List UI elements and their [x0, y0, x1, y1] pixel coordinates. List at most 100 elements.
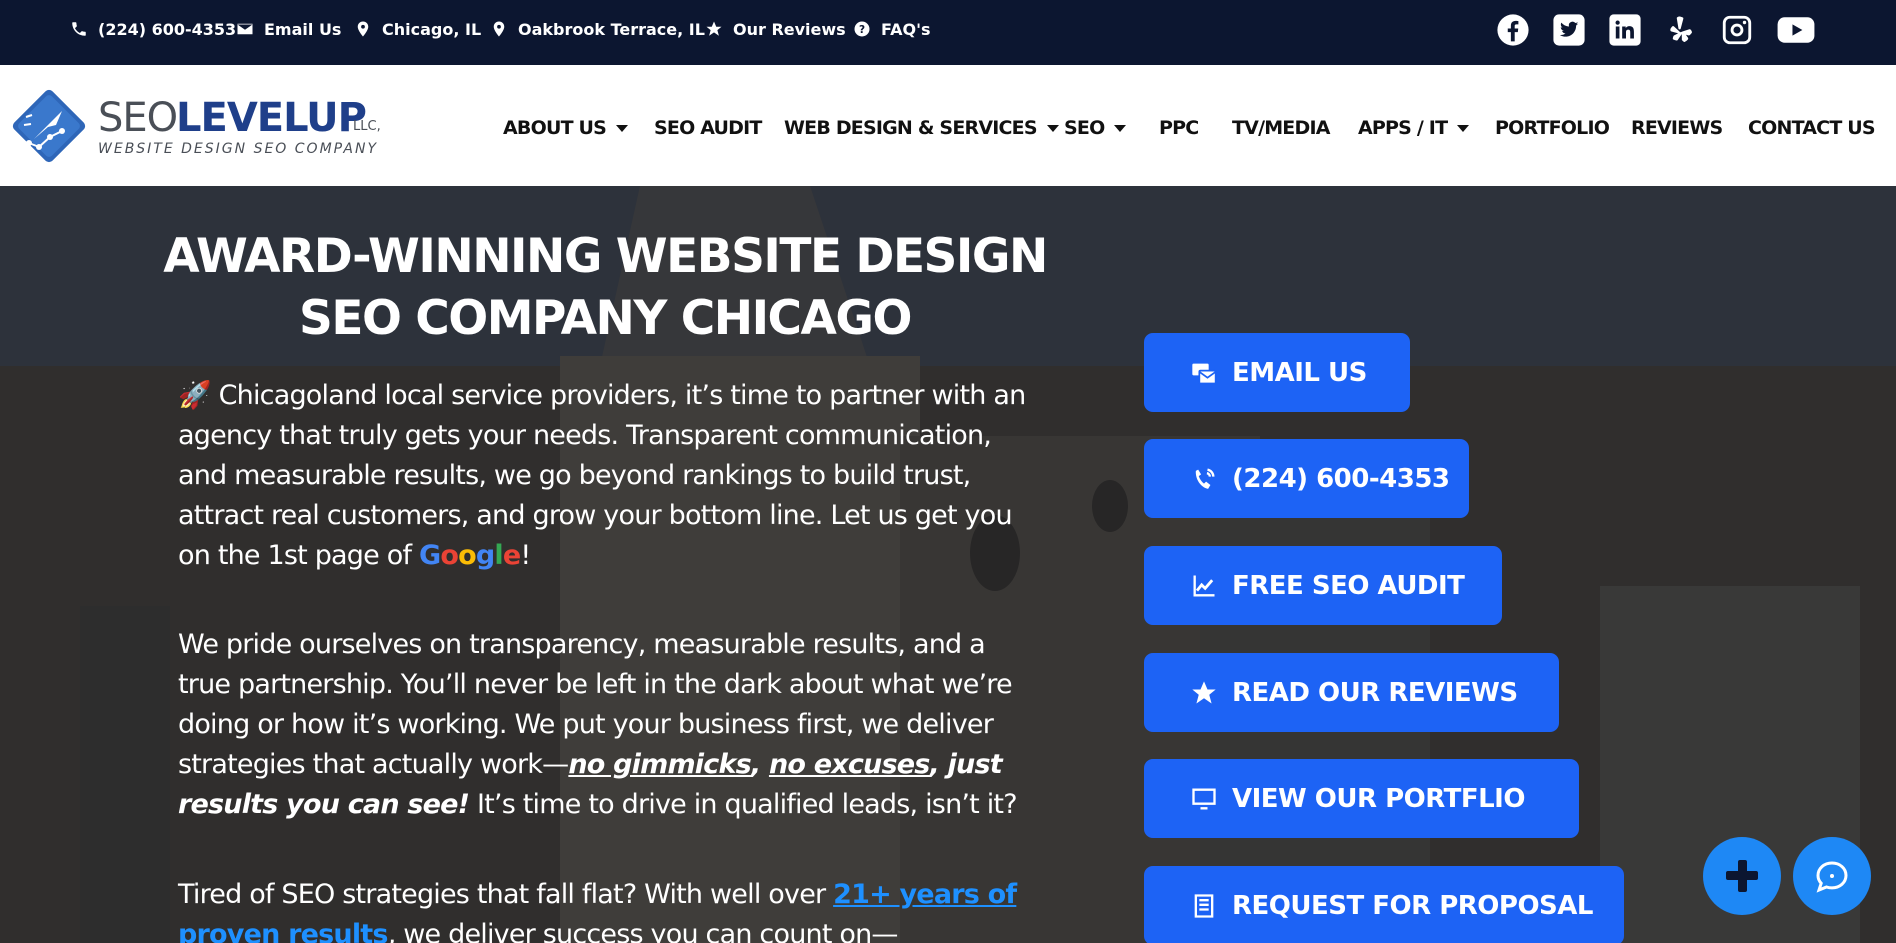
topbar-reviews-link[interactable]: Our Reviews — [705, 18, 846, 40]
logo-llc-text: LLC, — [353, 119, 381, 134]
nav-apps-it-label: APPS / IT — [1358, 117, 1448, 139]
nav-reviews[interactable]: REVIEWS — [1631, 114, 1723, 142]
chat-widget-button[interactable] — [1793, 837, 1871, 915]
nav-seo[interactable]: SEO — [1064, 114, 1127, 142]
hero-p3-text: Tired of SEO strategies that fall flat? … — [178, 879, 834, 910]
hero-paragraph-2: We pride ourselves on transparency, meas… — [178, 625, 1038, 825]
hero-p3-end: , we deliver success you can count on— — [387, 919, 899, 943]
free-seo-audit-button[interactable]: FREE SEO AUDIT — [1144, 546, 1502, 625]
star-icon — [1192, 680, 1216, 703]
caret-down-icon — [616, 124, 629, 132]
nav-web-design-services[interactable]: WEB DESIGN & SERVICES — [784, 114, 1059, 142]
instagram-icon[interactable] — [1717, 11, 1757, 49]
linkedin-icon[interactable] — [1605, 11, 1645, 49]
hero-section: AWARD-WINNING WEBSITE DESIGN SEO COMPANY… — [0, 186, 1896, 943]
map-marker-icon — [493, 21, 505, 37]
read-our-reviews-button[interactable]: READ OUR REVIEWS — [1144, 653, 1559, 732]
call-phone-label: (224) 600-4353 — [1232, 463, 1450, 494]
read-our-reviews-label: READ OUR REVIEWS — [1232, 677, 1518, 708]
caret-down-icon — [1046, 124, 1059, 132]
free-seo-audit-label: FREE SEO AUDIT — [1232, 570, 1465, 601]
site-header: SEO LEVELUP LLC, WEBSITE DESIGN SEO COMP… — [0, 65, 1896, 186]
hero-title-line2: SEO COMPANY CHICAGO — [299, 291, 912, 346]
file-invoice-icon — [1194, 893, 1214, 918]
add-widget-button[interactable] — [1703, 837, 1781, 915]
topbar-phone-label: (224) 600-4353 — [98, 19, 237, 39]
logo-tagline: WEBSITE DESIGN SEO COMPANY — [98, 141, 378, 157]
topbar-location-oakbrook-label: Oakbrook Terrace, IL — [518, 19, 705, 39]
star-icon — [706, 21, 722, 36]
nav-web-design-label: WEB DESIGN & SERVICES — [784, 117, 1038, 139]
yelp-icon[interactable] — [1661, 11, 1701, 49]
nav-about-us[interactable]: ABOUT US — [503, 114, 629, 142]
nav-tv-media-label: TV/MEDIA — [1232, 117, 1330, 139]
hero-p2-comma: , — [750, 749, 769, 780]
hero-p2-no-excuses: no excuses — [768, 749, 930, 780]
topbar-email-label: Email Us — [264, 19, 342, 39]
twitter-icon[interactable] — [1549, 11, 1589, 49]
map-marker-icon — [357, 21, 369, 37]
google-letter-g2: g — [475, 540, 495, 571]
hero-p1-text: Chicagoland local service providers, it’… — [178, 380, 1026, 571]
question-circle-icon: ? — [854, 21, 870, 37]
hero-p1-end: ! — [520, 540, 531, 571]
view-our-portfolio-button[interactable]: VIEW OUR PORTFLIO — [1144, 759, 1579, 838]
email-us-button[interactable]: EMAIL US — [1144, 333, 1410, 412]
phone-volume-icon — [1195, 468, 1215, 489]
google-letter-o1: o — [440, 540, 459, 571]
topbar-faq-label: FAQ's — [881, 19, 931, 39]
hero-paragraph-3: Tired of SEO strategies that fall flat? … — [178, 875, 1038, 943]
view-our-portfolio-label: VIEW OUR PORTFLIO — [1232, 783, 1525, 814]
email-us-label: EMAIL US — [1232, 357, 1367, 388]
nav-seo-label: SEO — [1064, 117, 1105, 139]
phone-icon — [72, 22, 86, 36]
google-letter-g: G — [418, 540, 441, 571]
hero-paragraph-1: 🚀 Chicagoland local service providers, i… — [178, 376, 1028, 576]
nav-contact-us[interactable]: CONTACT US — [1748, 114, 1876, 142]
google-letter-e: e — [502, 540, 521, 571]
envelope-icon — [237, 23, 253, 35]
request-for-proposal-button[interactable]: REQUEST FOR PROPOSAL — [1144, 866, 1624, 943]
topbar-location-oakbrook[interactable]: Oakbrook Terrace, IL — [490, 18, 705, 40]
mail-bulk-icon — [1192, 363, 1217, 384]
site-logo[interactable]: SEO LEVELUP LLC, WEBSITE DESIGN SEO COMP… — [98, 95, 388, 157]
call-phone-button[interactable]: (224) 600-4353 — [1144, 439, 1469, 518]
chat-bubble-icon — [1816, 861, 1848, 893]
hero-title-line1: AWARD-WINNING WEBSITE DESIGN — [163, 229, 1048, 284]
nav-ppc[interactable]: PPC — [1159, 114, 1199, 142]
nav-portfolio-label: PORTFOLIO — [1495, 117, 1610, 139]
chart-line-icon — [1193, 575, 1215, 596]
nav-about-us-label: ABOUT US — [503, 117, 607, 139]
hero-title: AWARD-WINNING WEBSITE DESIGN SEO COMPANY… — [160, 226, 1050, 350]
nav-ppc-label: PPC — [1159, 117, 1199, 139]
caret-down-icon — [1457, 124, 1470, 132]
logo-levelup-text: LEVELUP — [176, 95, 367, 141]
facebook-icon[interactable] — [1493, 11, 1533, 49]
caret-down-icon — [1114, 124, 1127, 132]
hero-p2-end: It’s time to drive in qualified leads, i… — [469, 789, 1018, 820]
topbar-location-chicago-label: Chicago, IL — [382, 19, 482, 39]
request-for-proposal-label: REQUEST FOR PROPOSAL — [1232, 890, 1593, 921]
nav-contact-us-label: CONTACT US — [1748, 117, 1876, 139]
topbar-email-link[interactable]: Email Us — [236, 18, 341, 40]
topbar-location-chicago[interactable]: Chicago, IL — [354, 18, 481, 40]
logo-rocket-icon[interactable] — [4, 81, 94, 171]
nav-reviews-label: REVIEWS — [1631, 117, 1723, 139]
google-wordmark: Google — [418, 540, 521, 571]
topbar-faq-link[interactable]: ? FAQ's — [853, 18, 931, 40]
nav-portfolio[interactable]: PORTFOLIO — [1495, 114, 1610, 142]
logo-seo-text: SEO — [98, 95, 178, 141]
rocket-icon: 🚀 — [178, 380, 212, 411]
svg-text:?: ? — [859, 24, 865, 36]
nav-apps-it[interactable]: APPS / IT — [1358, 114, 1470, 142]
topbar-reviews-label: Our Reviews — [733, 19, 846, 39]
top-contact-bar: (224) 600-4353 Email Us Chicago, IL Oakb… — [0, 0, 1896, 65]
nav-seo-audit-label: SEO AUDIT — [654, 117, 762, 139]
google-letter-o2: o — [458, 540, 477, 571]
youtube-icon[interactable] — [1773, 11, 1819, 49]
desktop-icon — [1192, 788, 1216, 809]
google-letter-l: l — [494, 540, 503, 571]
nav-seo-audit[interactable]: SEO AUDIT — [654, 114, 762, 142]
nav-tv-media[interactable]: TV/MEDIA — [1232, 114, 1330, 142]
topbar-phone-link[interactable]: (224) 600-4353 — [70, 18, 236, 40]
